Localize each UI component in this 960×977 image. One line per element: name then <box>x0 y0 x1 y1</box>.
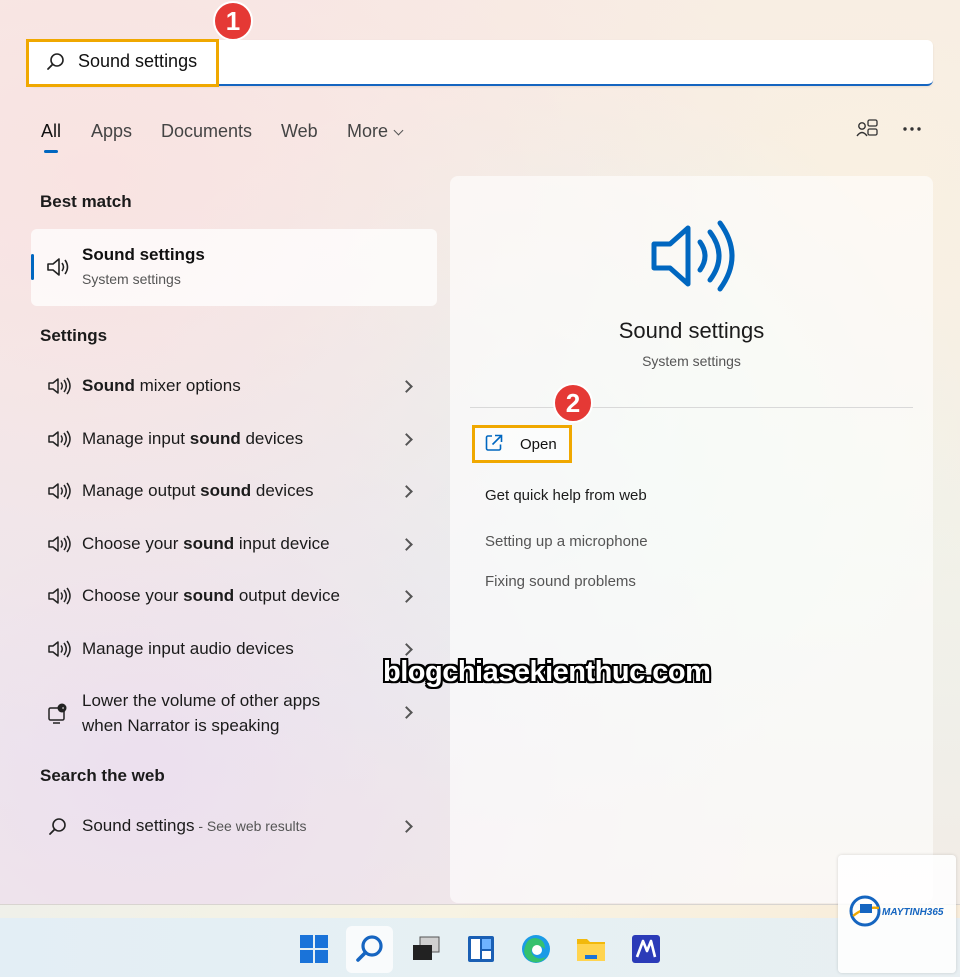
settings-result-item[interactable]: Sound mixer options <box>82 373 241 398</box>
external-link-icon <box>484 433 504 453</box>
item-match-text: sound <box>189 429 241 448</box>
settings-result-item[interactable]: Manage input audio devices <box>82 636 294 661</box>
web-result-item[interactable]: Sound settings - See web results <box>82 813 307 839</box>
search-web-heading: Search the web <box>40 766 165 785</box>
narrator-line-1: Lower the volume of other apps <box>82 691 321 710</box>
item-text: Manage input <box>82 429 190 448</box>
item-text: Manage input audio devices <box>82 639 294 658</box>
selection-indicator <box>31 254 34 280</box>
speaker-icon <box>47 639 71 661</box>
help-link-microphone[interactable]: Setting up a microphone <box>485 533 648 550</box>
search-icon[interactable] <box>350 929 390 969</box>
edge-browser-icon[interactable] <box>516 929 556 969</box>
web-suffix: - See web results <box>194 818 307 834</box>
settings-result-item[interactable]: Manage input sound devices <box>82 426 303 451</box>
item-text: output device <box>234 586 340 605</box>
item-text: Manage output <box>82 481 201 500</box>
file-explorer-icon[interactable] <box>571 929 611 969</box>
speaker-large-icon <box>648 220 736 292</box>
speaker-icon <box>47 534 71 556</box>
speaker-icon <box>46 256 70 278</box>
settings-result-item[interactable]: Choose your sound output device <box>82 583 340 608</box>
speaker-icon <box>47 586 71 608</box>
quick-help-heading: Get quick help from web <box>485 487 647 504</box>
search-icon <box>46 52 66 72</box>
windows-start-icon[interactable] <box>294 929 334 969</box>
app-icon[interactable] <box>626 929 666 969</box>
active-tab-indicator <box>44 150 58 153</box>
logo-globe-icon <box>848 894 882 928</box>
speaker-icon <box>47 376 71 398</box>
item-text: Choose your <box>82 534 184 553</box>
settings-result-item[interactable]: Choose your sound input device <box>82 531 330 556</box>
preview-subtitle: System settings <box>642 353 741 369</box>
tab-all[interactable]: All <box>41 121 61 142</box>
preview-title: Sound settings <box>618 318 765 343</box>
settings-result-item[interactable]: Manage output sound devices <box>82 478 314 503</box>
watermark-text: blogchiasekienthuc.com <box>383 656 711 688</box>
web-query: Sound settings <box>82 816 195 835</box>
item-match-text: sound <box>183 586 235 605</box>
item-match-text: sound <box>200 481 252 500</box>
chevron-down-icon <box>393 125 404 136</box>
help-link-sound-problems[interactable]: Fixing sound problems <box>485 573 636 590</box>
switch-account-icon[interactable] <box>855 118 879 140</box>
step-badge-1: 1 <box>213 1 253 41</box>
widgets-icon[interactable] <box>461 929 501 969</box>
divider <box>470 407 913 408</box>
item-text: input device <box>234 534 330 553</box>
speaker-icon <box>47 429 71 451</box>
best-match-title: Sound settings <box>82 245 205 264</box>
task-view-icon[interactable] <box>406 929 446 969</box>
more-options-icon[interactable] <box>900 118 924 140</box>
item-text: Choose your <box>82 586 184 605</box>
tab-web[interactable]: Web <box>281 121 318 142</box>
search-input[interactable]: Sound settings <box>78 51 197 72</box>
best-match-heading: Best match <box>40 192 132 211</box>
narrator-volume-option[interactable]: Lower the volume of other apps when Narr… <box>82 688 320 738</box>
tab-documents[interactable]: Documents <box>161 121 252 142</box>
tab-apps[interactable]: Apps <box>91 121 132 142</box>
item-match-text: sound <box>183 534 235 553</box>
settings-heading: Settings <box>40 326 108 345</box>
item-text: mixer options <box>134 376 241 395</box>
tab-more[interactable]: More <box>347 121 404 142</box>
logo-text: MAYTINH365 <box>882 907 944 918</box>
open-label: Open <box>520 436 557 453</box>
item-text: devices <box>240 429 304 448</box>
narrator-line-2: when Narrator is speaking <box>82 716 280 735</box>
item-match-text: Sound <box>82 376 135 395</box>
tab-more-label: More <box>347 121 389 141</box>
step-badge-2: 2 <box>553 383 593 423</box>
item-text: devices <box>251 481 314 500</box>
best-match-subtitle: System settings <box>82 271 181 287</box>
speaker-icon <box>47 481 71 503</box>
narrator-icon <box>47 702 71 724</box>
best-match-result[interactable] <box>31 229 437 306</box>
web-search-icon <box>47 816 71 838</box>
